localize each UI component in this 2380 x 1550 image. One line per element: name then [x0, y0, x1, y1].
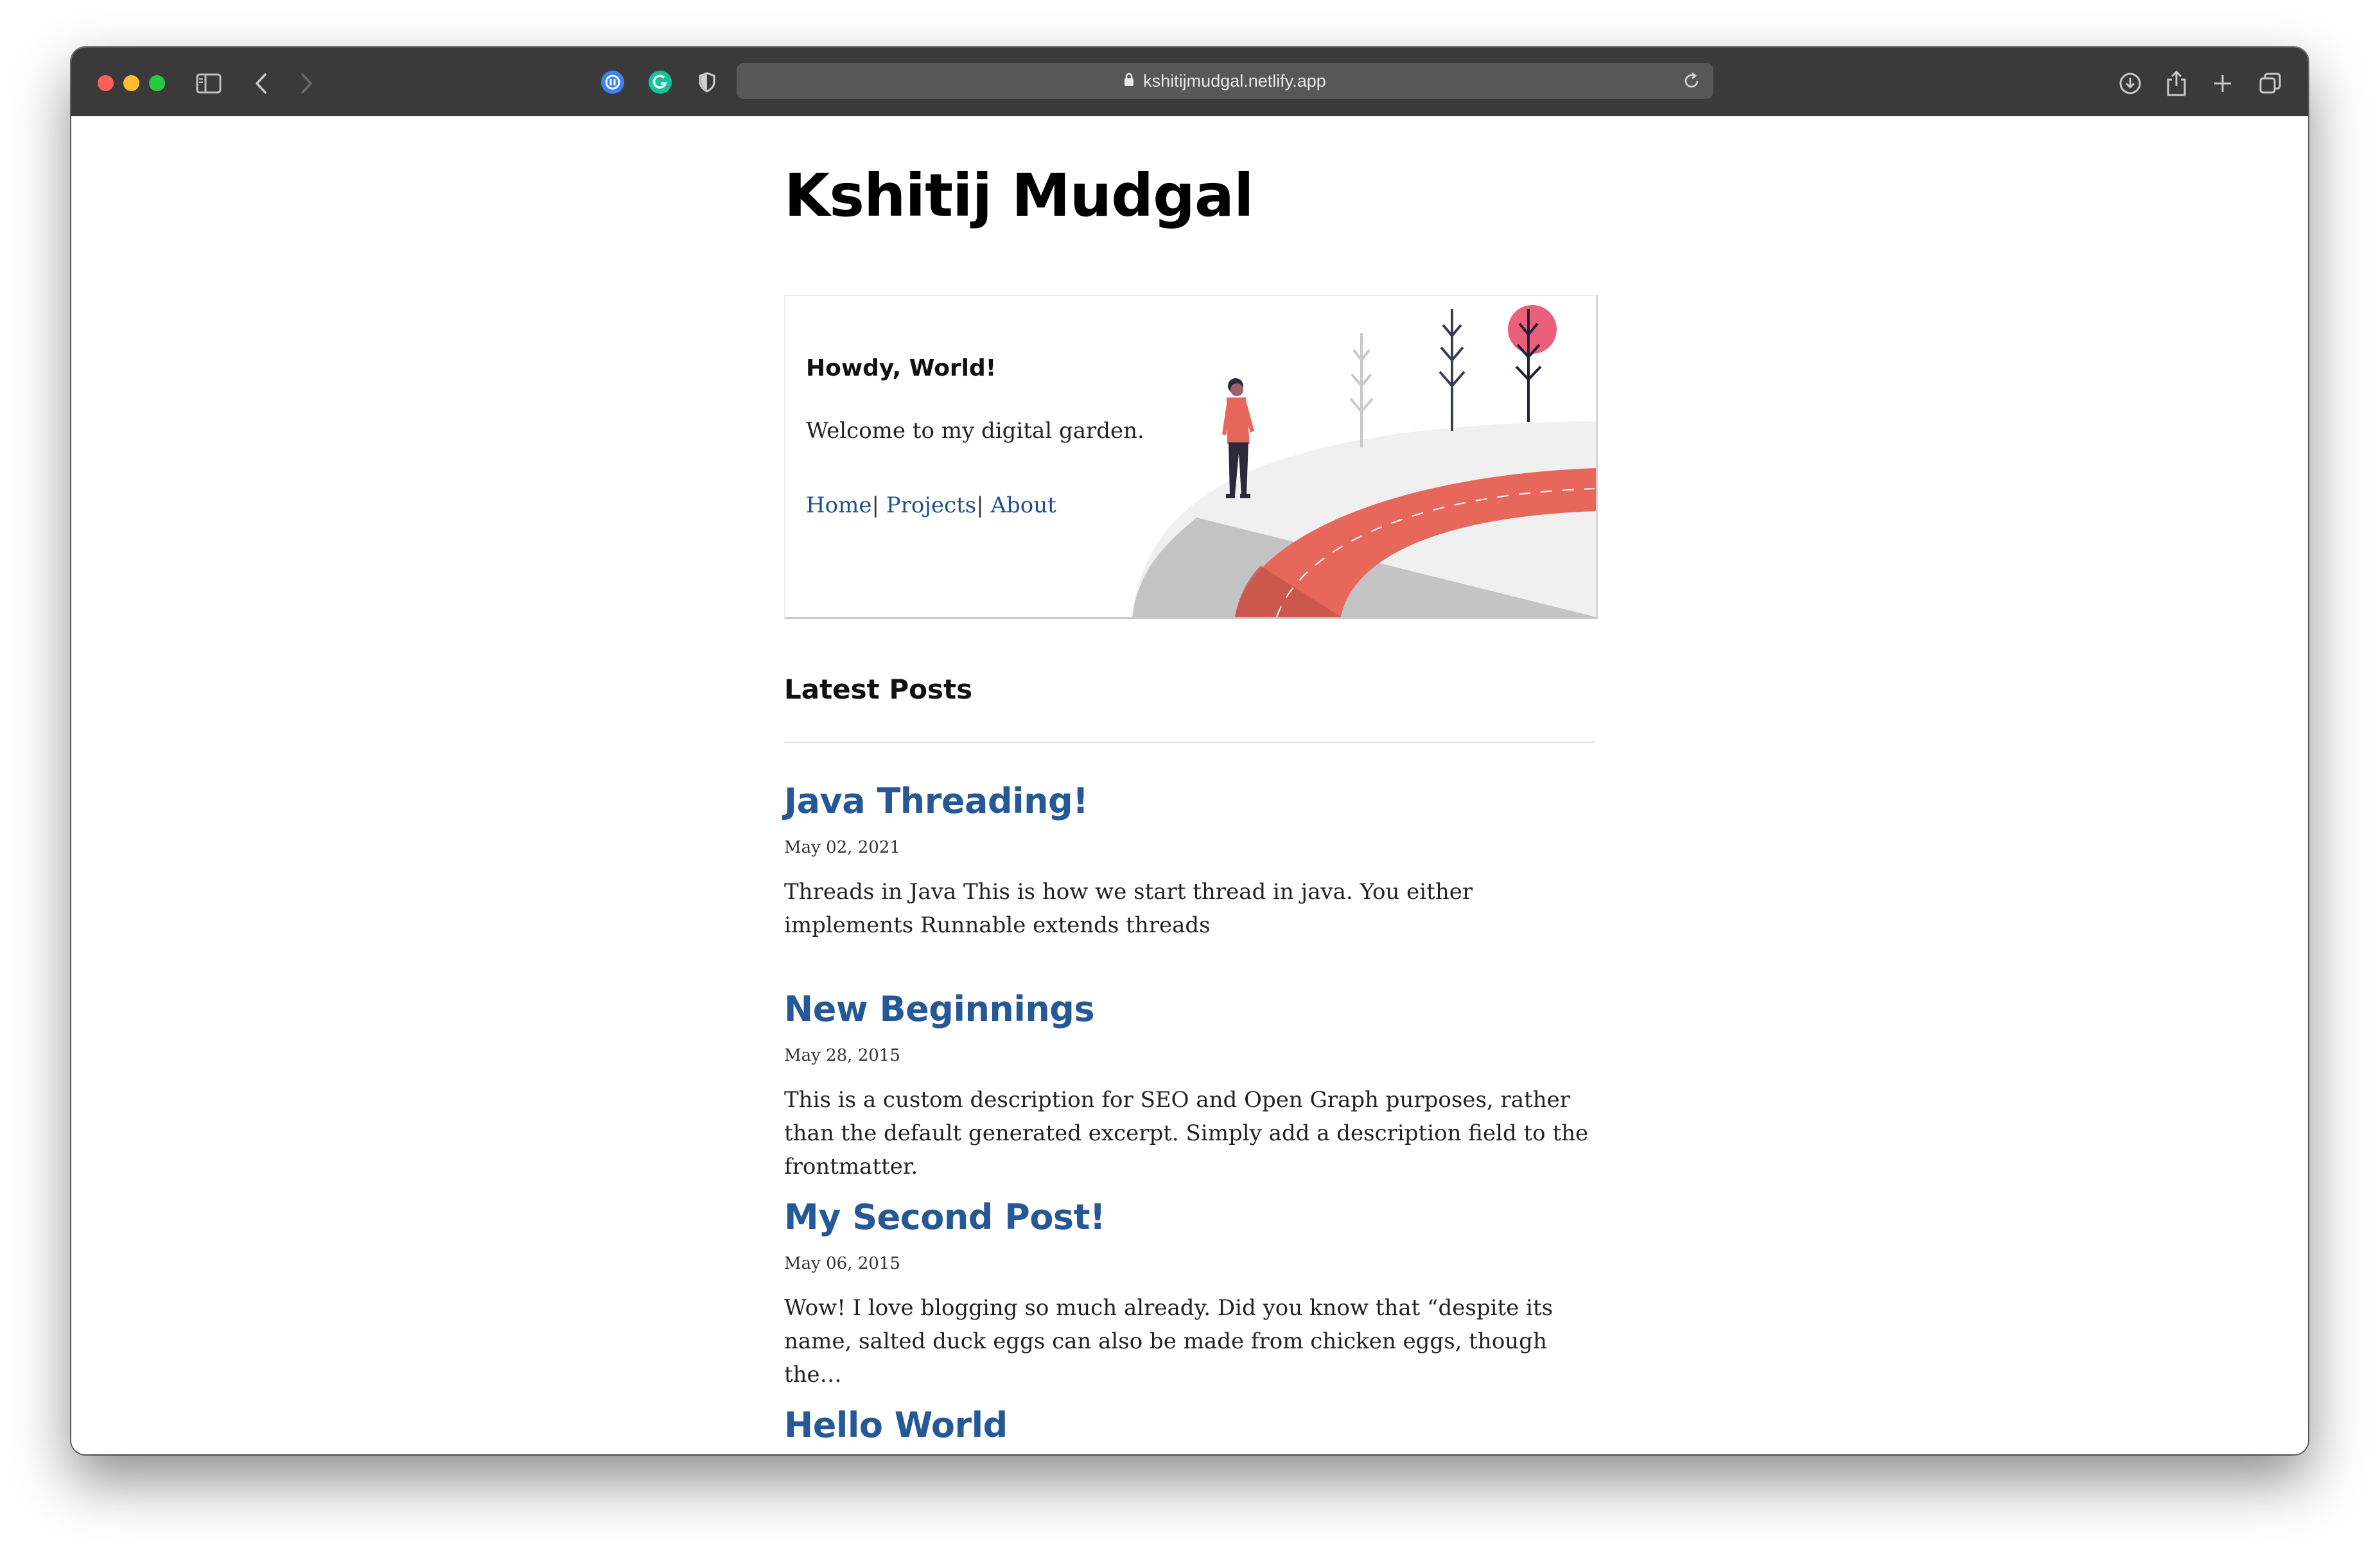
post-date: May 28, 2015: [784, 1046, 900, 1065]
latest-posts-heading: Latest Posts: [784, 674, 973, 705]
reload-icon[interactable]: [1681, 71, 1702, 91]
sidebar-icon[interactable]: [191, 65, 227, 101]
post-item: Java Threading! May 02, 2021 Threads in …: [784, 781, 1595, 942]
hero-illustration: [1132, 305, 1596, 617]
nav-link-home[interactable]: Home: [806, 492, 871, 518]
address-bar[interactable]: kshitijmudgal.netlify.app: [737, 63, 1713, 99]
post-date: May 06, 2015: [784, 1254, 900, 1273]
extension-icon[interactable]: [601, 71, 624, 94]
post-excerpt: Wow! I love blogging so much already. Di…: [784, 1295, 1553, 1388]
maximize-window-button[interactable]: [149, 75, 165, 91]
url-text: kshitijmudgal.netlify.app: [1143, 71, 1326, 91]
post-title-link[interactable]: Hello World: [784, 1405, 1595, 1445]
browser-window: kshitijmudgal.netlify.app Kshitij Mudgal…: [71, 48, 2308, 1454]
forward-icon[interactable]: [288, 65, 324, 101]
nav-link-projects[interactable]: Projects: [886, 492, 976, 518]
hero-text: Welcome to my digital garden.: [806, 418, 1144, 444]
close-window-button[interactable]: [98, 75, 114, 91]
new-tab-icon[interactable]: [2205, 65, 2241, 101]
hero-title: Howdy, World!: [806, 355, 997, 381]
section-divider: [784, 742, 1595, 743]
browser-toolbar: kshitijmudgal.netlify.app: [71, 48, 2308, 118]
back-icon[interactable]: [243, 65, 279, 101]
tab-overview-icon[interactable]: [2252, 65, 2288, 101]
post-date: May 02, 2021: [784, 838, 900, 857]
page-content: Kshitij Mudgal Howdy, World! Welcome to …: [71, 116, 2308, 1454]
hero-card: Howdy, World! Welcome to my digital gard…: [784, 295, 1598, 619]
nav-separator: |: [871, 492, 879, 518]
shield-icon[interactable]: [696, 71, 719, 94]
post-excerpt: Threads in Java This is how we start thr…: [784, 879, 1473, 938]
nav-link-about[interactable]: About: [990, 492, 1056, 518]
lock-icon: [1124, 71, 1134, 91]
post-title-link[interactable]: Java Threading!: [784, 781, 1595, 821]
post-item: My Second Post! May 06, 2015 Wow! I love…: [784, 1197, 1595, 1391]
nav-separator: |: [976, 492, 984, 518]
share-icon[interactable]: [2158, 65, 2194, 101]
post-item: New Beginnings May 28, 2015 This is a cu…: [784, 989, 1595, 1183]
site-title[interactable]: Kshitij Mudgal: [784, 161, 1254, 230]
minimize-window-button[interactable]: [123, 75, 139, 91]
grammarly-icon[interactable]: [649, 71, 672, 94]
post-excerpt: This is a custom description for SEO and…: [784, 1087, 1589, 1180]
post-item: Hello World: [784, 1405, 1595, 1445]
post-title-link[interactable]: New Beginnings: [784, 989, 1595, 1029]
hero-nav: Home| Projects| About: [806, 492, 1056, 518]
post-title-link[interactable]: My Second Post!: [784, 1197, 1595, 1237]
download-icon[interactable]: [2112, 65, 2148, 101]
